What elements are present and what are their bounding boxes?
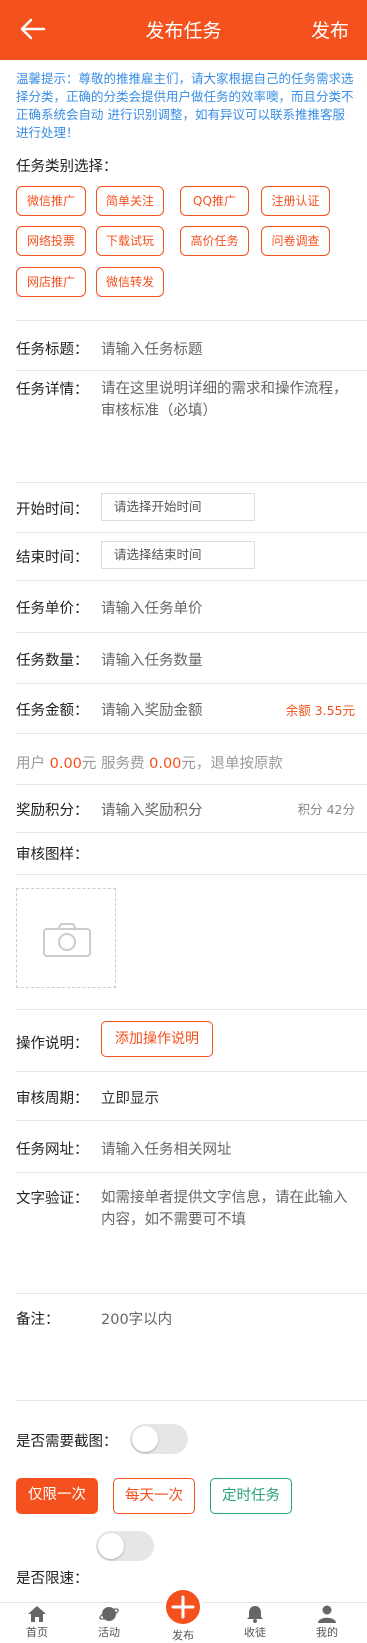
category-label: 任务类别选择： (16, 159, 118, 175)
divider (16, 532, 367, 533)
need-screenshot-label: 是否需要截图： (16, 1434, 118, 1450)
remark-label: 备注： (16, 1312, 60, 1328)
fee-service-value: 0.00 (149, 756, 182, 772)
divider (16, 1293, 367, 1294)
start-time-picker[interactable]: 请选择开始时间 (101, 493, 255, 521)
fee-suffix: 元，退单按原款 (181, 756, 283, 772)
divider (16, 832, 367, 833)
home-icon (28, 1606, 46, 1622)
end-time-label: 结束时间： (16, 550, 89, 566)
fee-summary: 用户 0.00元 服务费 0.00元，退单按原款 (16, 752, 283, 773)
divider (16, 320, 367, 321)
toggle-knob (132, 1426, 158, 1452)
category-option[interactable]: 简单关注 (96, 186, 164, 216)
divider (16, 1009, 367, 1010)
planet-icon (99, 1607, 119, 1621)
divider (16, 683, 367, 684)
fee-yuan: 元 (81, 756, 97, 772)
publish-button[interactable]: 发布 (311, 16, 349, 43)
divider (16, 733, 367, 734)
divider (16, 874, 367, 875)
category-option[interactable]: 网络投票 (16, 226, 86, 256)
review-sample-label: 审核图样： (16, 847, 89, 863)
tab-home[interactable]: 首页 (7, 1605, 67, 1640)
camera-icon (43, 923, 91, 957)
tab-label: 首页 (26, 1626, 48, 1639)
remark-textarea[interactable]: 200字以内 (101, 1308, 172, 1329)
tab-label: 收徒 (244, 1626, 266, 1639)
tab-apprentice[interactable]: 收徒 (225, 1605, 285, 1640)
user-icon (318, 1605, 336, 1623)
points-available: 积分 42分 (297, 802, 355, 817)
divider (16, 482, 367, 483)
category-option[interactable]: 网店推广 (16, 267, 86, 297)
divider (16, 1400, 367, 1401)
category-option[interactable]: 微信推广 (16, 186, 86, 216)
amount-input[interactable]: 请输入奖励金额 (101, 699, 203, 720)
fee-user-value: 0.00 (49, 756, 82, 772)
review-period-value[interactable]: 立即显示 (101, 1087, 159, 1108)
divider (16, 370, 367, 371)
text-verify-label: 文字验证： (16, 1191, 89, 1207)
task-url-label: 任务网址： (16, 1142, 89, 1158)
points-label: 奖励积分： (16, 803, 89, 819)
points-input[interactable]: 请输入奖励积分 (101, 799, 203, 820)
end-time-picker[interactable]: 请选择结束时间 (101, 541, 255, 569)
category-option[interactable]: 注册认证 (261, 186, 330, 216)
plus-icon (171, 1595, 195, 1619)
divider (16, 784, 367, 785)
amount-label: 任务金额： (16, 703, 89, 719)
warm-tip: 温馨提示：尊敬的推推雇主们，请大家根据自己的任务需求选择分类，正确的分类会提供用… (16, 71, 354, 140)
task-title-input[interactable]: 请输入任务标题 (101, 338, 203, 359)
bell-icon (247, 1606, 263, 1623)
unit-price-label: 任务单价： (16, 601, 89, 617)
category-option[interactable]: 高价任务 (180, 226, 249, 256)
task-title-label: 任务标题： (16, 342, 89, 358)
quantity-input[interactable]: 请输入任务数量 (101, 649, 203, 670)
balance-text: 余额 3.55元 (285, 703, 355, 718)
unit-price-input[interactable]: 请输入任务单价 (101, 597, 203, 618)
frequency-once-button[interactable]: 仅限一次 (16, 1478, 98, 1514)
tab-mine[interactable]: 我的 (297, 1605, 357, 1640)
fee-user-prefix: 用户 (16, 756, 45, 772)
tab-label: 活动 (98, 1626, 120, 1639)
task-url-input[interactable]: 请输入任务相关网址 (101, 1138, 232, 1159)
operation-label: 操作说明： (16, 1036, 89, 1052)
publish-fab[interactable] (163, 1587, 203, 1627)
tab-publish-label[interactable]: 发布 (153, 1627, 213, 1643)
need-screenshot-toggle[interactable] (130, 1424, 188, 1454)
divider (16, 632, 367, 633)
divider (16, 580, 367, 581)
toggle-knob (98, 1533, 124, 1559)
fee-service-prefix: 服务费 (96, 756, 150, 772)
image-upload[interactable] (16, 888, 116, 988)
speed-limit-toggle[interactable] (96, 1531, 154, 1561)
frequency-daily-button[interactable]: 每天一次 (113, 1478, 195, 1514)
add-operation-button[interactable]: 添加操作说明 (101, 1021, 213, 1057)
category-option[interactable]: 下载试玩 (96, 226, 164, 256)
text-verify-textarea[interactable]: 如需接单者提供文字信息，请在此输入内容，如不需要可不填 (101, 1187, 355, 1231)
speed-limit-label: 是否限速： (16, 1571, 89, 1587)
review-period-label: 审核周期： (16, 1091, 89, 1107)
app-header: 发布任务 发布 (0, 0, 367, 60)
start-time-label: 开始时间： (16, 502, 89, 518)
task-detail-label: 任务详情： (16, 382, 89, 398)
quantity-label: 任务数量： (16, 653, 89, 669)
tab-label: 我的 (316, 1626, 338, 1639)
tab-activity[interactable]: 活动 (79, 1605, 139, 1640)
divider (16, 1172, 367, 1173)
category-option[interactable]: 微信转发 (96, 267, 164, 297)
category-option[interactable]: 问卷调查 (261, 226, 330, 256)
divider (16, 1071, 367, 1072)
frequency-scheduled-button[interactable]: 定时任务 (210, 1478, 292, 1514)
category-option[interactable]: QQ推广 (180, 186, 249, 216)
divider (16, 1120, 367, 1121)
task-detail-textarea[interactable]: 请在这里说明详细的需求和操作流程，审核标准（必填） (101, 378, 353, 422)
